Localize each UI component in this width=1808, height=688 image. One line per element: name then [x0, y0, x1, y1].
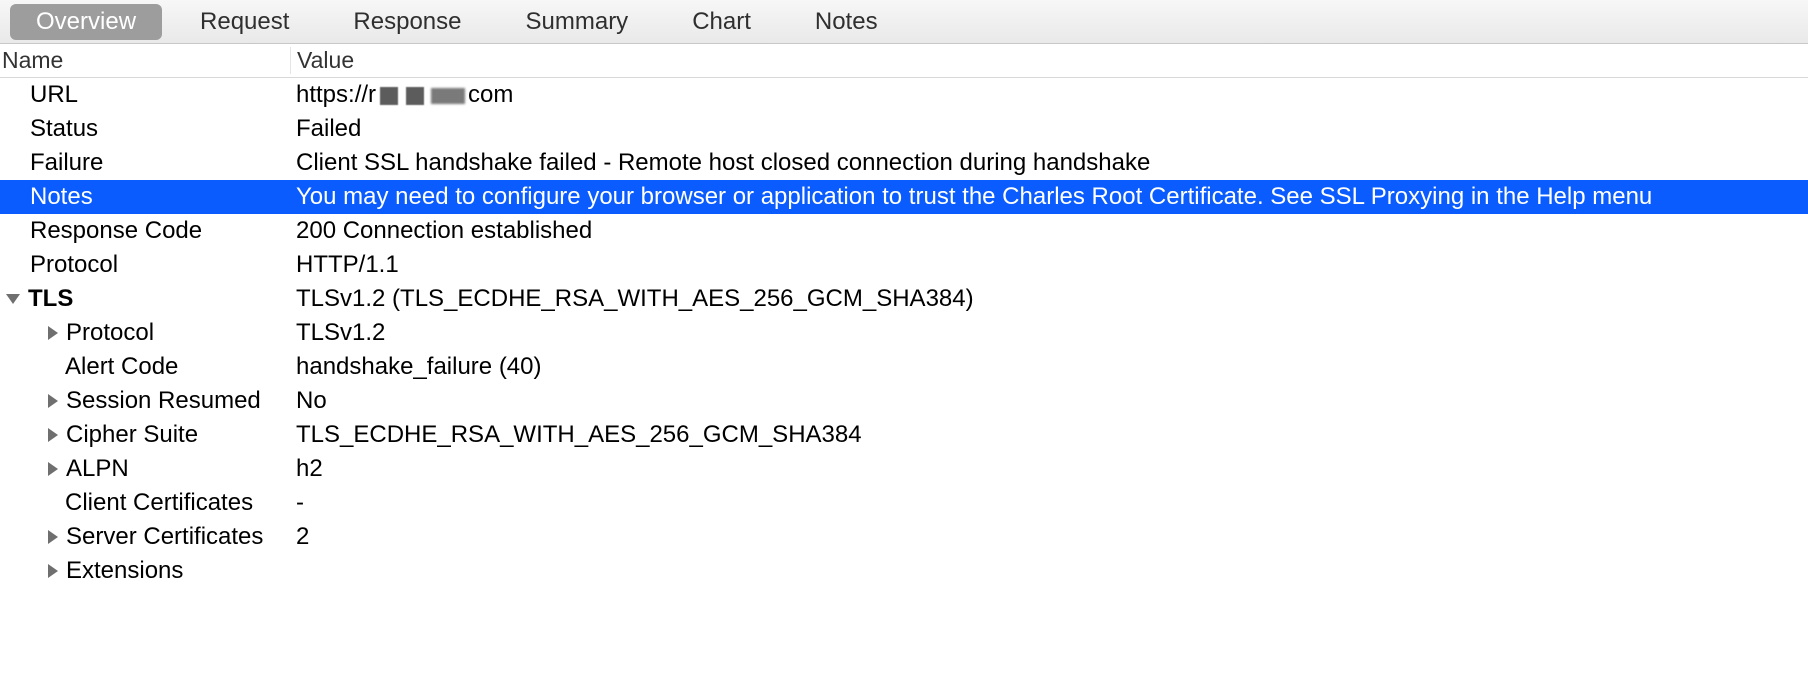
label-extensions: Extensions: [66, 557, 183, 585]
row-extensions[interactable]: Extensions: [0, 554, 1808, 588]
tab-request[interactable]: Request: [174, 4, 315, 40]
tab-summary[interactable]: Summary: [500, 4, 655, 40]
label-client-certificates: Client Certificates: [65, 489, 253, 517]
value-alpn: h2: [290, 455, 1808, 483]
row-session-resumed[interactable]: Session Resumed No: [0, 384, 1808, 418]
redacted-block: [406, 87, 424, 105]
label-url: URL: [30, 81, 78, 109]
row-alert-code[interactable]: Alert Code handshake_failure (40): [0, 350, 1808, 384]
value-tls: TLSv1.2 (TLS_ECDHE_RSA_WITH_AES_256_GCM_…: [290, 285, 1808, 313]
row-response-code[interactable]: Response Code 200 Connection established: [0, 214, 1808, 248]
url-prefix: https://r: [296, 81, 376, 108]
redacted-block: [431, 88, 465, 104]
row-notes[interactable]: Notes You may need to configure your bro…: [0, 180, 1808, 214]
value-notes: You may need to configure your browser o…: [290, 183, 1808, 211]
label-protocol: Protocol: [30, 251, 118, 279]
url-suffix: com: [468, 81, 513, 108]
column-header-name[interactable]: Name: [0, 47, 290, 74]
label-tls-protocol: Protocol: [66, 319, 154, 347]
value-status: Failed: [290, 115, 1808, 143]
tab-bar: Overview Request Response Summary Chart …: [0, 0, 1808, 44]
value-failure: Client SSL handshake failed - Remote hos…: [290, 149, 1808, 177]
disclosure-right-icon[interactable]: [48, 326, 58, 340]
label-tls: TLS: [28, 285, 73, 313]
tab-overview[interactable]: Overview: [10, 4, 162, 40]
label-notes: Notes: [30, 183, 93, 211]
row-client-certificates[interactable]: Client Certificates -: [0, 486, 1808, 520]
redacted-block: [380, 87, 398, 105]
value-url: https://r com: [290, 81, 1808, 109]
disclosure-right-icon[interactable]: [48, 428, 58, 442]
disclosure-down-icon[interactable]: [6, 294, 20, 304]
row-status[interactable]: Status Failed: [0, 112, 1808, 146]
value-client-certificates: -: [290, 489, 1808, 517]
row-protocol[interactable]: Protocol HTTP/1.1: [0, 248, 1808, 282]
value-protocol: HTTP/1.1: [290, 251, 1808, 279]
disclosure-right-icon[interactable]: [48, 462, 58, 476]
value-cipher-suite: TLS_ECDHE_RSA_WITH_AES_256_GCM_SHA384: [290, 421, 1808, 449]
row-cipher-suite[interactable]: Cipher Suite TLS_ECDHE_RSA_WITH_AES_256_…: [0, 418, 1808, 452]
value-tls-protocol: TLSv1.2: [290, 319, 1808, 347]
tab-chart[interactable]: Chart: [666, 4, 777, 40]
row-tls-protocol[interactable]: Protocol TLSv1.2: [0, 316, 1808, 350]
row-failure[interactable]: Failure Client SSL handshake failed - Re…: [0, 146, 1808, 180]
column-headers: Name Value: [0, 44, 1808, 78]
disclosure-right-icon[interactable]: [48, 564, 58, 578]
value-server-certificates: 2: [290, 523, 1808, 551]
value-alert-code: handshake_failure (40): [290, 353, 1808, 381]
tab-response[interactable]: Response: [327, 4, 487, 40]
column-header-value[interactable]: Value: [290, 47, 1808, 74]
label-alert-code: Alert Code: [65, 353, 178, 381]
row-alpn[interactable]: ALPN h2: [0, 452, 1808, 486]
label-response-code: Response Code: [30, 217, 202, 245]
row-tls[interactable]: TLS TLSv1.2 (TLS_ECDHE_RSA_WITH_AES_256_…: [0, 282, 1808, 316]
row-server-certificates[interactable]: Server Certificates 2: [0, 520, 1808, 554]
value-response-code: 200 Connection established: [290, 217, 1808, 245]
label-server-certificates: Server Certificates: [66, 523, 263, 551]
label-alpn: ALPN: [66, 455, 129, 483]
overview-rows: URL https://r com Status Failed Failure C…: [0, 78, 1808, 588]
row-url[interactable]: URL https://r com: [0, 78, 1808, 112]
label-status: Status: [30, 115, 98, 143]
label-cipher-suite: Cipher Suite: [66, 421, 198, 449]
tab-notes[interactable]: Notes: [789, 4, 904, 40]
value-session-resumed: No: [290, 387, 1808, 415]
label-failure: Failure: [30, 149, 103, 177]
disclosure-right-icon[interactable]: [48, 394, 58, 408]
label-session-resumed: Session Resumed: [66, 387, 261, 415]
disclosure-right-icon[interactable]: [48, 530, 58, 544]
